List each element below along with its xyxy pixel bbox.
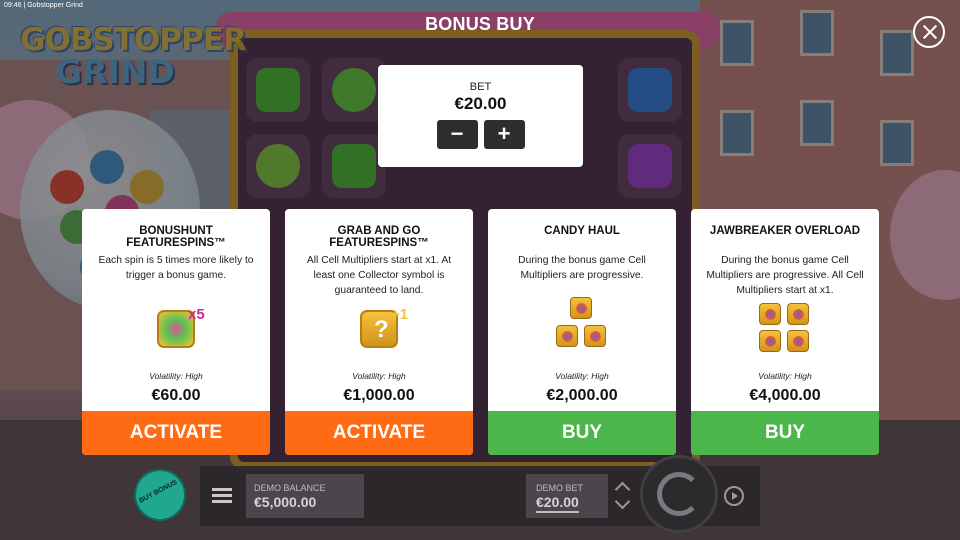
bonus-card-jawbreaker-overload: JAWBREAKER OVERLOAD During the bonus gam…	[691, 209, 879, 455]
icon-badge: x5	[188, 306, 205, 323]
demo-balance-label: DEMO BALANCE	[254, 483, 326, 493]
buy-button[interactable]: BUY	[488, 411, 676, 455]
spin-icon	[657, 472, 701, 516]
collector-plus1-icon: ? +1	[285, 304, 473, 364]
card-title: CANDY HAUL	[544, 225, 620, 237]
card-price: €60.00	[151, 387, 201, 404]
menu-icon[interactable]	[212, 488, 232, 504]
demo-bet-label: DEMO BET	[536, 483, 584, 493]
bonus-card-grab-and-go: GRAB AND GO FEATURESPINS™ All Cell Multi…	[285, 209, 473, 455]
status-clock: 09:46 | Gobstopper Grind	[4, 2, 83, 9]
chevron-down-icon[interactable]	[614, 493, 631, 510]
card-price: €2,000.00	[546, 387, 618, 404]
card-title: JAWBREAKER OVERLOAD	[709, 225, 861, 237]
bet-label: BET	[469, 81, 492, 93]
card-title: BONUSHUNT FEATURESPINS™	[126, 225, 226, 249]
bonus-card-bonushunt: BONUSHUNT FEATURESPINS™ Each spin is 5 t…	[82, 209, 270, 455]
close-icon[interactable]	[913, 16, 945, 48]
card-volatility: Volatility: High	[352, 371, 406, 381]
four-gumball-icon	[691, 303, 879, 363]
bet-panel: BET €20.00 − +	[378, 65, 583, 167]
bonus-card-candy-haul: CANDY HAUL During the bonus game Cell Mu…	[488, 209, 676, 455]
card-price: €4,000.00	[749, 387, 821, 404]
bet-decrease-button[interactable]: −	[436, 120, 478, 149]
icon-badge: +1	[391, 306, 409, 323]
card-price: €1,000.00	[343, 387, 415, 404]
card-volatility: Volatility: High	[758, 371, 812, 381]
autoplay-icon[interactable]	[724, 486, 744, 506]
page-title: BONUS BUY	[425, 14, 535, 34]
demo-balance-value: €5,000.00	[254, 494, 317, 510]
card-title: GRAB AND GO FEATURESPINS™	[329, 225, 429, 249]
activate-button[interactable]: ACTIVATE	[82, 411, 270, 455]
card-description: All Cell Multipliers start at x1. At lea…	[306, 255, 452, 296]
card-description: Each spin is 5 times more likely to trig…	[98, 255, 254, 281]
demo-bet-value: €20.00	[536, 494, 579, 513]
card-volatility: Volatility: High	[555, 371, 609, 381]
bet-stepper[interactable]	[614, 478, 634, 514]
three-gumball-icon	[488, 297, 676, 357]
buy-button[interactable]: BUY	[691, 411, 879, 455]
scatter-x5-icon: x5	[82, 304, 270, 364]
bet-value: €20.00	[454, 94, 507, 113]
activate-button[interactable]: ACTIVATE	[285, 411, 473, 455]
spin-button[interactable]	[640, 455, 718, 533]
card-description: During the bonus game Cell Multipliers a…	[518, 255, 646, 281]
card-description: During the bonus game Cell Multipliers a…	[706, 255, 864, 296]
card-volatility: Volatility: High	[149, 371, 203, 381]
bet-increase-button[interactable]: +	[483, 120, 525, 149]
